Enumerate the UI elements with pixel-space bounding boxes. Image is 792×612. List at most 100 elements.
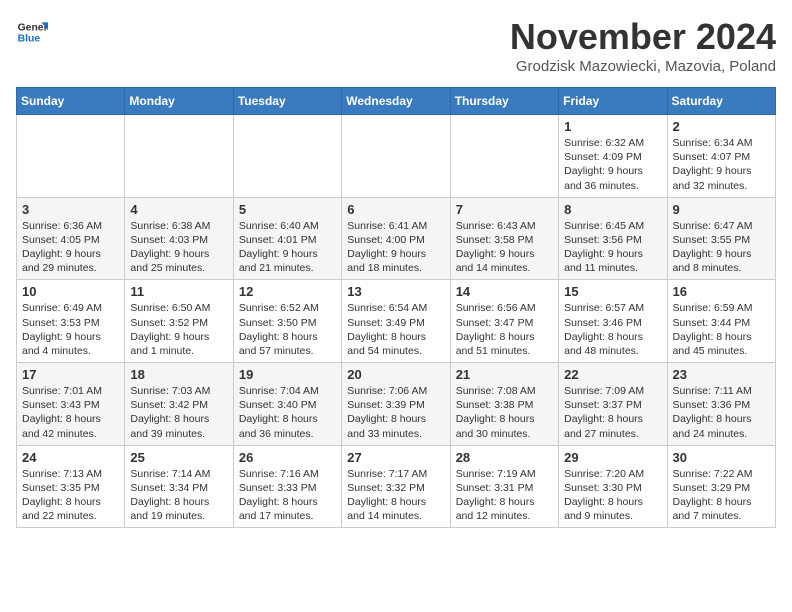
day-number: 23 <box>673 367 770 382</box>
day-number: 26 <box>239 450 336 465</box>
day-info: Sunrise: 7:20 AM Sunset: 3:30 PM Dayligh… <box>564 467 661 524</box>
day-info: Sunrise: 7:11 AM Sunset: 3:36 PM Dayligh… <box>673 384 770 441</box>
day-number: 11 <box>130 284 227 299</box>
day-info: Sunrise: 6:32 AM Sunset: 4:09 PM Dayligh… <box>564 136 661 193</box>
day-number: 24 <box>22 450 119 465</box>
day-number: 10 <box>22 284 119 299</box>
day-info: Sunrise: 6:49 AM Sunset: 3:53 PM Dayligh… <box>22 301 119 358</box>
day-info: Sunrise: 6:45 AM Sunset: 3:56 PM Dayligh… <box>564 219 661 276</box>
day-number: 8 <box>564 202 661 217</box>
calendar-cell: 6Sunrise: 6:41 AM Sunset: 4:00 PM Daylig… <box>342 197 450 280</box>
day-info: Sunrise: 6:47 AM Sunset: 3:55 PM Dayligh… <box>673 219 770 276</box>
calendar-cell: 26 Sunrise: 7:16 AM Sunset: 3:33 PM Dayli… <box>233 445 341 528</box>
day-number: 22 <box>564 367 661 382</box>
calendar-cell: 29Sunrise: 7:20 AM Sunset: 3:30 PM Dayli… <box>559 445 667 528</box>
svg-text:Blue: Blue <box>18 34 41 45</box>
calendar-cell: 10 Sunrise: 6:49 AM Sunset: 3:53 PM Dayli… <box>17 280 125 363</box>
day-number: 30 <box>673 450 770 465</box>
calendar-table: SundayMondayTuesdayWednesdayThursdayFrid… <box>16 87 776 528</box>
calendar-cell: 11 Sunrise: 6:50 AM Sunset: 3:52 PM Dayli… <box>125 280 233 363</box>
calendar-week-row: 24 Sunrise: 7:13 AM Sunset: 3:35 PM Dayli… <box>17 445 776 528</box>
calendar-cell: 15Sunrise: 6:57 AM Sunset: 3:46 PM Dayli… <box>559 280 667 363</box>
day-number: 9 <box>673 202 770 217</box>
day-info: Sunrise: 6:38 AM Sunset: 4:03 PM Dayligh… <box>130 219 227 276</box>
day-number: 1 <box>564 119 661 134</box>
page-header: General Blue November 2024 Grodzisk Mazo… <box>16 16 776 75</box>
calendar-cell: 8 Sunrise: 6:45 AM Sunset: 3:56 PM Daylig… <box>559 197 667 280</box>
calendar-cell: 28 Sunrise: 7:19 AM Sunset: 3:31 PM Dayli… <box>450 445 558 528</box>
day-info: Sunrise: 7:22 AM Sunset: 3:29 PM Dayligh… <box>673 467 770 524</box>
day-number: 5 <box>239 202 336 217</box>
month-title: November 2024 <box>510 16 776 58</box>
weekday-header: Thursday <box>450 88 558 115</box>
weekday-header: Saturday <box>667 88 775 115</box>
calendar-cell <box>342 115 450 198</box>
calendar-week-row: 10 Sunrise: 6:49 AM Sunset: 3:53 PM Dayli… <box>17 280 776 363</box>
day-info: Sunrise: 7:01 AM Sunset: 3:43 PM Dayligh… <box>22 384 119 441</box>
day-info: Sunrise: 7:19 AM Sunset: 3:31 PM Dayligh… <box>456 467 553 524</box>
calendar-cell: 21Sunrise: 7:08 AM Sunset: 3:38 PM Dayli… <box>450 363 558 446</box>
day-number: 16 <box>673 284 770 299</box>
logo: General Blue <box>16 16 48 48</box>
day-number: 7 <box>456 202 553 217</box>
calendar-cell: 1 Sunrise: 6:32 AM Sunset: 4:09 PM Daylig… <box>559 115 667 198</box>
day-info: Sunrise: 6:54 AM Sunset: 3:49 PM Dayligh… <box>347 301 444 358</box>
day-number: 18 <box>130 367 227 382</box>
day-number: 21 <box>456 367 553 382</box>
title-block: November 2024 Grodzisk Mazowiecki, Mazov… <box>510 16 776 75</box>
calendar-cell: 27Sunrise: 7:17 AM Sunset: 3:32 PM Dayli… <box>342 445 450 528</box>
calendar-header-row: SundayMondayTuesdayWednesdayThursdayFrid… <box>17 88 776 115</box>
calendar-cell: 19 Sunrise: 7:04 AM Sunset: 3:40 PM Dayli… <box>233 363 341 446</box>
calendar-cell <box>17 115 125 198</box>
day-number: 25 <box>130 450 227 465</box>
weekday-header: Friday <box>559 88 667 115</box>
day-info: Sunrise: 7:13 AM Sunset: 3:35 PM Dayligh… <box>22 467 119 524</box>
day-number: 12 <box>239 284 336 299</box>
day-info: Sunrise: 7:16 AM Sunset: 3:33 PM Dayligh… <box>239 467 336 524</box>
day-info: Sunrise: 6:34 AM Sunset: 4:07 PM Dayligh… <box>673 136 770 193</box>
calendar-cell: 2 Sunrise: 6:34 AM Sunset: 4:07 PM Daylig… <box>667 115 775 198</box>
weekday-header: Monday <box>125 88 233 115</box>
calendar-cell: 5Sunrise: 6:40 AM Sunset: 4:01 PM Daylig… <box>233 197 341 280</box>
day-number: 19 <box>239 367 336 382</box>
calendar-week-row: 3 Sunrise: 6:36 AM Sunset: 4:05 PM Daylig… <box>17 197 776 280</box>
calendar-cell: 24 Sunrise: 7:13 AM Sunset: 3:35 PM Dayli… <box>17 445 125 528</box>
location-title: Grodzisk Mazowiecki, Mazovia, Poland <box>510 58 776 75</box>
calendar-cell: 13 Sunrise: 6:54 AM Sunset: 3:49 PM Dayli… <box>342 280 450 363</box>
calendar-cell: 17 Sunrise: 7:01 AM Sunset: 3:43 PM Dayli… <box>17 363 125 446</box>
calendar-cell: 7 Sunrise: 6:43 AM Sunset: 3:58 PM Daylig… <box>450 197 558 280</box>
day-info: Sunrise: 7:06 AM Sunset: 3:39 PM Dayligh… <box>347 384 444 441</box>
day-number: 28 <box>456 450 553 465</box>
day-info: Sunrise: 6:41 AM Sunset: 4:00 PM Dayligh… <box>347 219 444 276</box>
day-number: 20 <box>347 367 444 382</box>
calendar-cell: 23 Sunrise: 7:11 AM Sunset: 3:36 PM Dayli… <box>667 363 775 446</box>
calendar-cell: 18 Sunrise: 7:03 AM Sunset: 3:42 PM Dayli… <box>125 363 233 446</box>
weekday-header: Tuesday <box>233 88 341 115</box>
day-info: Sunrise: 7:04 AM Sunset: 3:40 PM Dayligh… <box>239 384 336 441</box>
day-info: Sunrise: 7:03 AM Sunset: 3:42 PM Dayligh… <box>130 384 227 441</box>
calendar-cell: 22Sunrise: 7:09 AM Sunset: 3:37 PM Dayli… <box>559 363 667 446</box>
calendar-cell: 16 Sunrise: 6:59 AM Sunset: 3:44 PM Dayli… <box>667 280 775 363</box>
calendar-cell: 3 Sunrise: 6:36 AM Sunset: 4:05 PM Daylig… <box>17 197 125 280</box>
calendar-week-row: 17 Sunrise: 7:01 AM Sunset: 3:43 PM Dayli… <box>17 363 776 446</box>
day-number: 14 <box>456 284 553 299</box>
day-info: Sunrise: 6:43 AM Sunset: 3:58 PM Dayligh… <box>456 219 553 276</box>
calendar-cell: 20 Sunrise: 7:06 AM Sunset: 3:39 PM Dayli… <box>342 363 450 446</box>
day-info: Sunrise: 7:17 AM Sunset: 3:32 PM Dayligh… <box>347 467 444 524</box>
day-number: 13 <box>347 284 444 299</box>
calendar-cell: 14Sunrise: 6:56 AM Sunset: 3:47 PM Dayli… <box>450 280 558 363</box>
day-info: Sunrise: 6:50 AM Sunset: 3:52 PM Dayligh… <box>130 301 227 358</box>
day-number: 2 <box>673 119 770 134</box>
day-number: 4 <box>130 202 227 217</box>
calendar-cell <box>450 115 558 198</box>
calendar-cell: 9 Sunrise: 6:47 AM Sunset: 3:55 PM Daylig… <box>667 197 775 280</box>
day-info: Sunrise: 6:36 AM Sunset: 4:05 PM Dayligh… <box>22 219 119 276</box>
day-number: 3 <box>22 202 119 217</box>
day-number: 15 <box>564 284 661 299</box>
day-info: Sunrise: 6:59 AM Sunset: 3:44 PM Dayligh… <box>673 301 770 358</box>
calendar-cell <box>125 115 233 198</box>
day-number: 17 <box>22 367 119 382</box>
calendar-week-row: 1 Sunrise: 6:32 AM Sunset: 4:09 PM Daylig… <box>17 115 776 198</box>
day-info: Sunrise: 7:14 AM Sunset: 3:34 PM Dayligh… <box>130 467 227 524</box>
weekday-header: Sunday <box>17 88 125 115</box>
